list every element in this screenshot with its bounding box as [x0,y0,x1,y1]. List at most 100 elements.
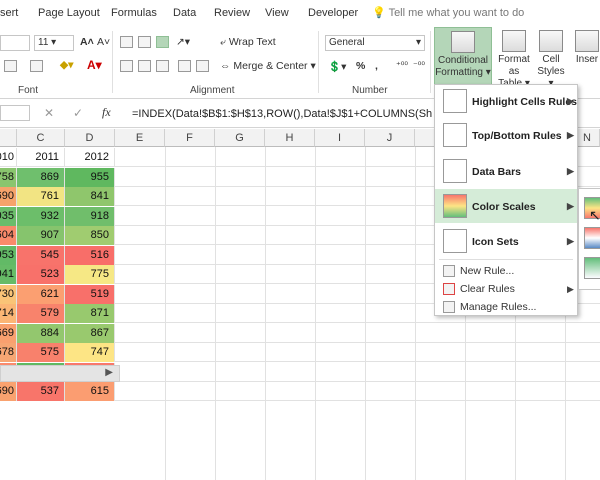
cell-d[interactable]: 867 [65,323,115,343]
increase-decimal-icon[interactable]: ⁺⁰⁰ [396,60,408,71]
cell-c[interactable]: 884 [17,323,65,343]
column-header-i[interactable]: I [315,129,365,147]
font-color-icon[interactable]: A▾ [87,58,102,72]
cancel-icon[interactable]: ✕ [44,106,54,120]
cell-d[interactable]: 519 [65,284,115,304]
fill-color-icon[interactable]: ◆▾ [60,59,73,71]
cell-c[interactable]: 537 [17,382,65,401]
cell-c[interactable]: 869 [17,167,65,187]
cell-styles-button[interactable]: Cell Styles ▾ [536,30,566,90]
cell-d[interactable]: 615 [65,382,115,401]
menu-item-new-rule[interactable]: New Rule... [435,262,577,280]
cell-d[interactable]: 918 [65,206,115,226]
cell-c[interactable]: 907 [17,226,65,245]
align-right-icon[interactable] [156,60,169,72]
accounting-format-icon[interactable]: 💲▾ [328,60,346,73]
cell-b[interactable]: 669 [0,323,17,343]
orientation-icon[interactable]: ↗▾ [176,36,190,48]
menu-item-data-bars[interactable]: Data Bars ▶ [435,155,577,187]
increase-indent-icon[interactable] [196,60,209,72]
percent-icon[interactable]: % [356,60,365,72]
align-left-icon[interactable] [120,60,133,72]
decrease-font-icon[interactable]: A˅ [97,36,110,48]
cell-b[interactable]: 678 [0,343,17,362]
cell-c[interactable]: 932 [17,206,65,226]
tab-review[interactable]: Review [214,7,250,19]
insert-function-icon[interactable]: fx [102,105,111,120]
cell-b[interactable]: 730 [0,284,17,304]
cell-b[interactable]: 935 [0,206,17,226]
cell-d[interactable]: 747 [65,343,115,362]
comma-icon[interactable]: , [375,60,378,72]
color-scale-swatch[interactable] [584,227,600,249]
merge-center-button[interactable]: ⇔ Merge & Center ▾ [220,60,316,72]
menu-item-top-bottom-rules[interactable]: Top/Bottom Rules ▶ [435,119,577,151]
cell-c[interactable]: 523 [17,265,65,284]
column-header-h[interactable]: H [265,129,315,147]
decrease-indent-icon[interactable] [178,60,191,72]
menu-item-clear-rules[interactable]: Clear Rules ▶ [435,280,577,298]
cell-d[interactable]: 955 [65,167,115,187]
align-center-icon[interactable] [138,60,151,72]
cell-c[interactable]: 579 [17,304,65,323]
cell-c[interactable]: 545 [17,245,65,265]
color-scale-swatch[interactable] [584,257,600,279]
cell-d[interactable]: 775 [65,265,115,284]
cell-c[interactable]: 621 [17,284,65,304]
column-header-g[interactable]: G [215,129,265,147]
cell-b[interactable]: 604 [0,226,17,245]
menu-item-icon-sets[interactable]: Icon Sets ▶ [435,225,577,257]
column-header-d[interactable]: D [65,129,115,147]
menu-item-highlight-cells-rules[interactable]: Highlight Cells Rules ▶ [435,85,577,117]
menu-item-color-scales[interactable]: Color Scales ▶ [435,189,577,223]
cell-b[interactable]: 010 [0,148,17,167]
cell-d[interactable]: 2012 [65,148,115,167]
font-size-box[interactable]: 11 ▾ [34,35,74,51]
cell-b[interactable]: 690 [0,187,17,206]
formula-input[interactable]: =INDEX(Data!$B$1:$H$13,ROW(),Data!$J$1+C… [132,105,432,123]
wrap-text-label: Wrap Text [228,36,276,48]
scroll-right-icon[interactable]: ▶ [105,367,113,378]
borders-icon[interactable] [30,60,43,72]
font-name-box[interactable] [0,35,30,51]
enter-icon[interactable]: ✓ [73,106,83,120]
cell-b[interactable]: 758 [0,167,17,187]
cell-d[interactable]: 841 [65,187,115,206]
format-as-table-button[interactable]: Format as Table ▾ [494,30,534,90]
column-header-c[interactable]: C [17,129,65,147]
cell-b[interactable]: 953 [0,245,17,265]
name-box[interactable] [0,105,30,121]
cell-b[interactable]: 941 [0,265,17,284]
cell-b[interactable]: 690 [0,382,17,401]
cell-d[interactable]: 850 [65,226,115,245]
tab-page-layout[interactable]: Page Layout [38,7,100,19]
wrap-text-button[interactable]: ⤶ Wrap Text [220,36,276,49]
increase-font-icon[interactable]: A˄ [80,36,94,48]
tab-formulas[interactable]: Formulas [111,7,157,19]
column-header-b[interactable] [0,129,17,147]
decrease-decimal-icon[interactable]: ⁻⁰⁰ [413,60,425,71]
column-header-j[interactable]: J [365,129,415,147]
cell-c[interactable]: 2011 [17,148,65,167]
cell-d[interactable]: 516 [65,245,115,265]
tell-me-box[interactable]: 💡 Tell me what you want to do [372,6,524,19]
tab-data[interactable]: Data [173,7,196,19]
menu-item-manage-rules[interactable]: Manage Rules... [435,298,577,316]
align-top-icon[interactable] [120,36,133,48]
cell-b[interactable]: 714 [0,304,17,323]
column-header-f[interactable]: F [165,129,215,147]
tab-developer[interactable]: Developer [308,7,358,19]
cell-c[interactable]: 761 [17,187,65,206]
horizontal-scrollbar[interactable]: ▶ [0,365,120,382]
insert-button[interactable]: Inser [574,30,600,66]
underline-icon[interactable] [4,60,17,72]
conditional-formatting-button[interactable]: Conditional Formatting ▾ [434,27,492,85]
cell-d[interactable]: 871 [65,304,115,323]
tab-insert[interactable]: sert [0,7,18,19]
align-middle-icon[interactable] [138,36,151,48]
number-format-box[interactable]: General ▾ [325,35,425,51]
align-bottom-icon[interactable] [156,36,169,48]
column-header-e[interactable]: E [115,129,165,147]
tab-view[interactable]: View [265,7,289,19]
cell-c[interactable]: 575 [17,343,65,362]
